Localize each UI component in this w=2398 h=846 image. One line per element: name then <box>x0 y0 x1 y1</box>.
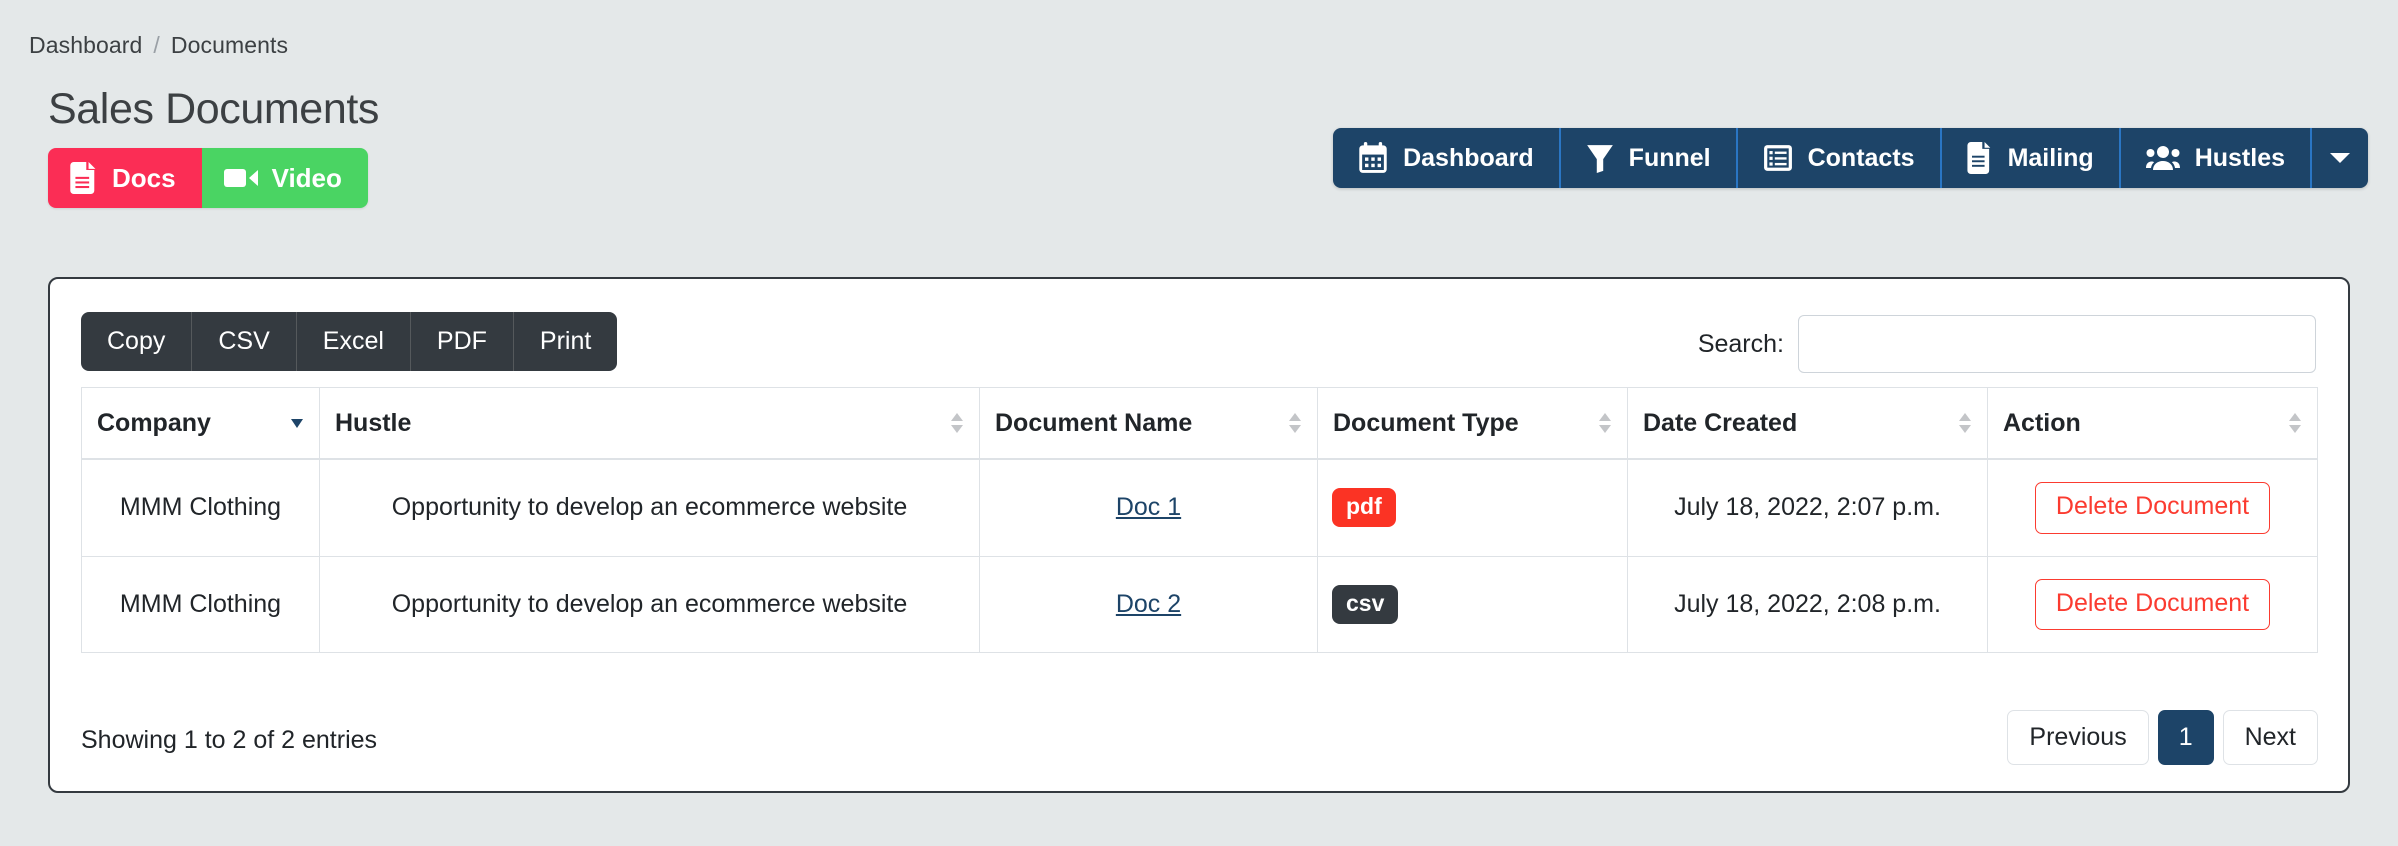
cell-action: Delete Document <box>1987 555 2318 653</box>
sort-descending-icon <box>289 408 305 438</box>
column-label: Company <box>97 408 211 437</box>
breadcrumb-documents[interactable]: Documents <box>171 32 288 59</box>
document-type-badge: csv <box>1332 584 1399 624</box>
view-toggle-group: Docs Video <box>48 148 368 208</box>
export-copy-button[interactable]: Copy <box>81 312 193 372</box>
table-row: MMM Clothing Opportunity to develop an e… <box>81 458 2318 557</box>
cell-company: MMM Clothing <box>81 458 320 557</box>
document-icon <box>70 162 98 194</box>
page-title: Sales Documents <box>48 85 379 133</box>
breadcrumb: Dashboard / Documents <box>29 32 288 59</box>
cell-document-name: Doc 1 <box>979 458 1318 557</box>
column-header-action[interactable]: Action <box>1987 387 2318 460</box>
table-header-row: Company Hustle Document Name Document Ty… <box>81 387 2318 460</box>
calendar-icon <box>1358 142 1388 174</box>
cell-document-name: Doc 2 <box>979 555 1318 653</box>
nav-item-label: Funnel <box>1628 143 1711 172</box>
document-icon <box>1967 142 1993 174</box>
table-head: Company Hustle Document Name Document Ty… <box>81 387 2318 460</box>
document-link[interactable]: Doc 2 <box>1116 590 1181 618</box>
sort-both-icon <box>949 408 965 438</box>
nav-item-label: Dashboard <box>1403 143 1534 172</box>
search-container: Search: <box>1698 315 2316 373</box>
cell-date-created: July 18, 2022, 2:07 p.m. <box>1627 458 1988 557</box>
table-info: Showing 1 to 2 of 2 entries <box>81 726 378 754</box>
column-label: Document Name <box>995 408 1193 437</box>
nav-item-hustles[interactable]: Hustles <box>2121 128 2312 188</box>
chevron-down-icon <box>2330 152 2350 164</box>
cell-hustle: Opportunity to develop an ecommerce webs… <box>319 555 980 653</box>
search-input[interactable] <box>1798 315 2316 373</box>
sort-both-icon <box>1597 408 1613 438</box>
nav-item-contacts[interactable]: Contacts <box>1738 128 1942 188</box>
column-label: Date Created <box>1643 408 1798 437</box>
nav-item-label: Contacts <box>1807 143 1915 172</box>
export-csv-button[interactable]: CSV <box>192 312 297 372</box>
cell-hustle: Opportunity to develop an ecommerce webs… <box>319 458 980 557</box>
document-type-badge: pdf <box>1332 488 1396 528</box>
documents-table: Company Hustle Document Name Document Ty… <box>81 387 2318 653</box>
table-row: MMM Clothing Opportunity to develop an e… <box>81 555 2318 653</box>
document-link[interactable]: Doc 1 <box>1116 493 1181 521</box>
column-header-date-created[interactable]: Date Created <box>1627 387 1988 460</box>
column-label: Action <box>2003 408 2081 437</box>
export-excel-button[interactable]: Excel <box>297 312 411 372</box>
export-print-button[interactable]: Print <box>514 312 617 371</box>
cell-document-type: csv <box>1317 555 1628 653</box>
column-header-document-type[interactable]: Document Type <box>1317 387 1628 460</box>
users-icon <box>2145 145 2180 171</box>
nav-item-mailing[interactable]: Mailing <box>1942 128 2121 188</box>
nav-item-funnel[interactable]: Funnel <box>1561 128 1738 188</box>
column-header-document-name[interactable]: Document Name <box>979 387 1318 460</box>
column-label: Document Type <box>1333 408 1519 437</box>
delete-document-button[interactable]: Delete Document <box>2034 578 2271 630</box>
export-buttons-group: Copy CSV Excel PDF Print <box>81 312 618 372</box>
delete-document-button[interactable]: Delete Document <box>2034 482 2271 534</box>
docs-button[interactable]: Docs <box>48 148 202 208</box>
pagination-next-button[interactable]: Next <box>2222 709 2318 765</box>
search-label: Search: <box>1697 329 1784 358</box>
column-header-hustle[interactable]: Hustle <box>319 387 980 460</box>
pagination-previous-button[interactable]: Previous <box>2007 709 2149 765</box>
video-button-label: Video <box>271 163 342 193</box>
cell-date-created: July 18, 2022, 2:08 p.m. <box>1627 555 1988 653</box>
docs-button-label: Docs <box>112 163 176 193</box>
breadcrumb-separator: / <box>153 32 160 58</box>
funnel-icon <box>1586 143 1614 173</box>
documents-card: Copy CSV Excel PDF Print Search: Company <box>48 277 2350 793</box>
nav-item-label: Mailing <box>2007 143 2094 172</box>
breadcrumb-dashboard[interactable]: Dashboard <box>29 32 142 59</box>
cell-document-type: pdf <box>1317 458 1628 557</box>
pagination-page-1-button[interactable]: 1 <box>2157 709 2214 765</box>
nav-dropdown-toggle[interactable] <box>2312 128 2368 188</box>
top-navigation: Dashboard Funnel Contacts Mailing Hustle… <box>1333 128 2368 188</box>
pagination: Previous 1 Next <box>2007 709 2318 765</box>
list-box-icon <box>1763 143 1793 173</box>
table-body: MMM Clothing Opportunity to develop an e… <box>81 458 2318 653</box>
cell-action: Delete Document <box>1987 458 2318 557</box>
nav-item-label: Hustles <box>2194 143 2285 172</box>
page-root: Dashboard / Documents Sales Documents Do… <box>0 0 2398 846</box>
nav-item-dashboard[interactable]: Dashboard <box>1333 128 1561 188</box>
export-pdf-button[interactable]: PDF <box>411 312 514 372</box>
column-label: Hustle <box>335 408 412 437</box>
column-header-company[interactable]: Company <box>81 387 320 460</box>
video-camera-icon <box>223 166 258 190</box>
video-button[interactable]: Video <box>201 148 368 208</box>
cell-company: MMM Clothing <box>81 555 320 653</box>
sort-both-icon <box>1287 408 1303 438</box>
sort-both-icon <box>1957 408 1973 438</box>
sort-both-icon <box>2287 408 2303 438</box>
